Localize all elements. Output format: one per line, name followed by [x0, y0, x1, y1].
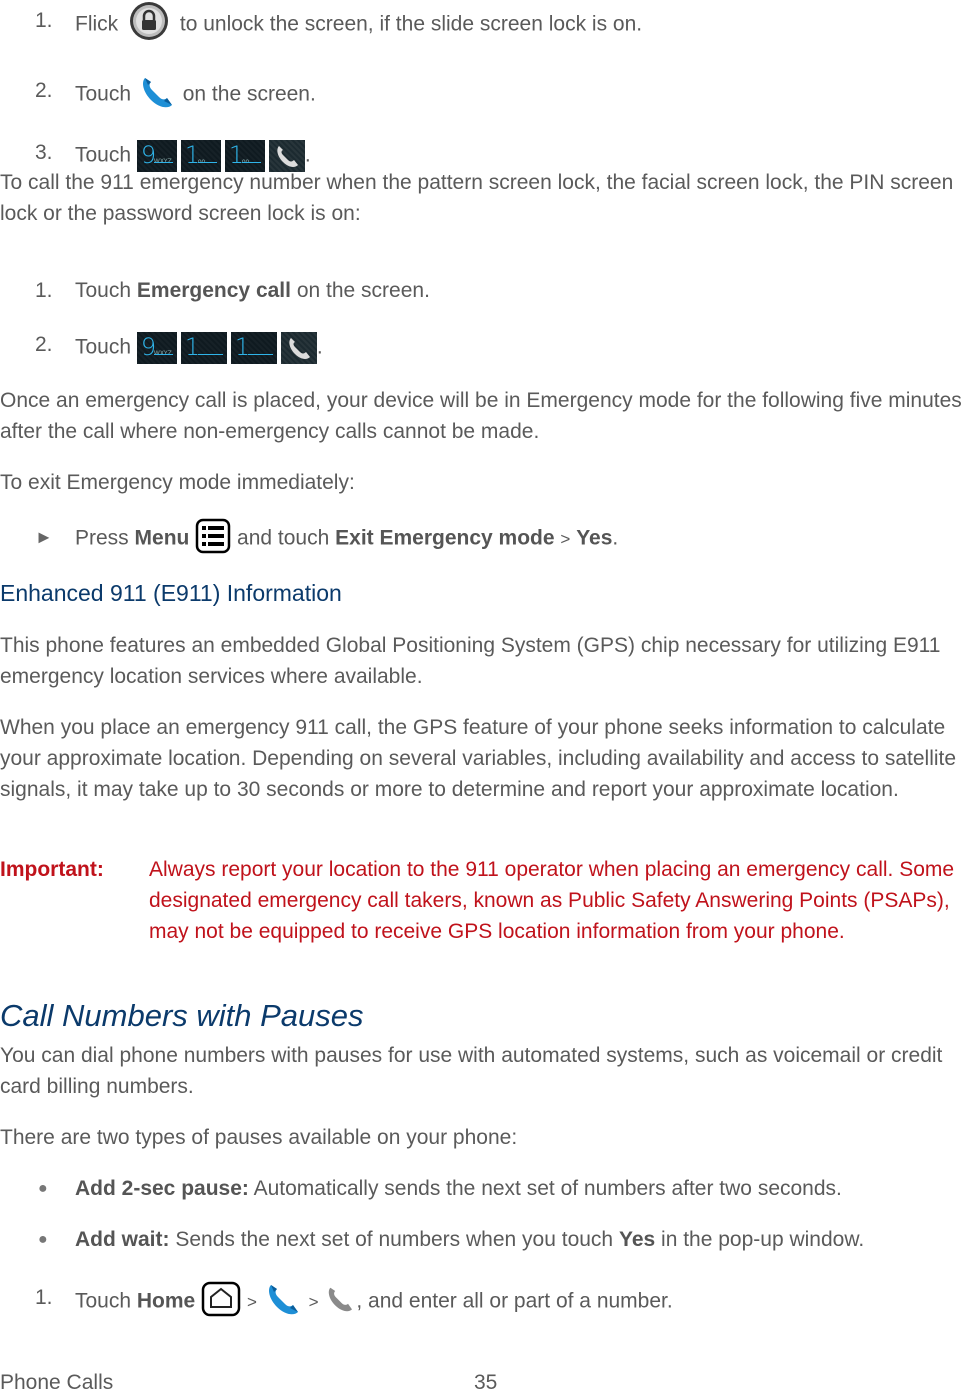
pause-label: Add wait:: [75, 1228, 170, 1251]
step-number: 1.: [35, 1286, 53, 1309]
e911-para-2: When you place an emergency 911 call, th…: [0, 716, 957, 801]
step-text: Touch: [75, 1289, 132, 1313]
e911-para-1: This phone features an embedded Global P…: [0, 634, 941, 688]
dial-key-9: 9WXYZ: [136, 332, 177, 364]
step-text: to unlock the screen, if the slide scree…: [179, 12, 643, 36]
step-text: and touch: [237, 526, 330, 550]
dial-key-1: 1: [230, 332, 277, 364]
step-text: Touch: [75, 143, 132, 167]
step-text: Press: [75, 526, 129, 550]
step-text: , and enter all or part of a number.: [356, 1289, 673, 1313]
exit-emergency-mode-label: Exit Emergency mode: [335, 526, 555, 550]
step-number: 1.: [35, 279, 53, 302]
step-text: Touch: [75, 82, 132, 106]
step-text: on the screen.: [182, 82, 316, 106]
yes-label: Yes: [618, 1228, 656, 1251]
step-text: on the screen.: [296, 279, 430, 302]
footer-page-number: 35: [474, 1371, 498, 1394]
separator: >: [560, 529, 571, 549]
step-text: .: [612, 526, 619, 550]
step-text: Touch: [75, 335, 132, 359]
step-number: 2.: [35, 333, 53, 356]
step-text: .: [304, 143, 311, 167]
yes-label: Yes: [576, 526, 613, 550]
step-number: 3.: [35, 141, 53, 164]
footer-section-title: Phone Calls: [0, 1371, 114, 1394]
important-text: Always report your location to the 911 o…: [149, 858, 955, 943]
menu-icon: [195, 518, 231, 554]
pause-text: Automatically sends the next set of numb…: [253, 1177, 842, 1200]
step-text: Touch: [75, 279, 132, 302]
step-number: 2.: [35, 79, 53, 102]
pause-text: Sends the next set of numbers when you t…: [175, 1228, 614, 1251]
important-label: Important:: [0, 858, 104, 881]
pause-text: in the pop-up window.: [661, 1228, 865, 1251]
step-number: 1.: [35, 9, 53, 32]
step-text: Flick: [75, 12, 119, 36]
home-label: Home: [136, 1289, 196, 1313]
bullet-icon: ●: [38, 1180, 48, 1197]
home-icon: [201, 1281, 241, 1317]
phone-icon: [263, 1285, 303, 1319]
pause-label: Add 2-sec pause:: [75, 1177, 249, 1200]
arrow-bullet-icon: ►: [35, 527, 53, 547]
pauses-para-2: There are two types of pauses available …: [0, 1126, 518, 1149]
bullet-icon: ●: [38, 1231, 48, 1248]
para-locked-screen: To call the 911 emergency number when th…: [0, 171, 954, 225]
dial-key-1: 1: [180, 332, 227, 364]
dialer-phone-icon: [324, 1288, 356, 1315]
emergency-call-label: Emergency call: [136, 279, 291, 302]
para-exit-emergency: To exit Emergency mode immediately:: [0, 471, 355, 494]
separator: >: [308, 1292, 319, 1312]
para-emergency-mode: Once an emergency call is placed, your d…: [0, 389, 962, 443]
step-text: .: [316, 335, 323, 359]
lock-icon: [128, 2, 170, 42]
menu-label: Menu: [134, 526, 190, 550]
e911-heading: Enhanced 911 (E911) Information: [0, 580, 342, 606]
separator: >: [246, 1292, 257, 1312]
call-key-icon: [280, 332, 317, 364]
pauses-heading: Call Numbers with Pauses: [0, 998, 364, 1033]
phone-icon: [137, 78, 177, 112]
pauses-para-1: You can dial phone numbers with pauses f…: [0, 1044, 943, 1098]
